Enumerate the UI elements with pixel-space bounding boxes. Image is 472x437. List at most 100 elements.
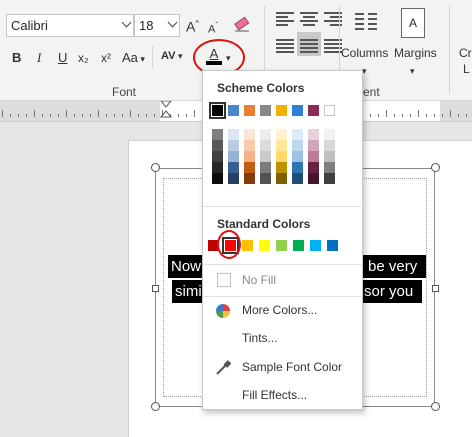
- scheme-shade-swatch[interactable]: [244, 173, 255, 184]
- scheme-shade-swatch[interactable]: [292, 129, 303, 140]
- italic-button[interactable]: I: [37, 49, 41, 67]
- create-link-button-bottom[interactable]: L: [463, 60, 470, 78]
- scheme-shade-swatch[interactable]: [324, 173, 335, 184]
- scheme-shade-swatch[interactable]: [212, 162, 223, 173]
- columns-button[interactable]: Columns: [341, 44, 388, 62]
- align-middle-icon[interactable]: [300, 37, 318, 53]
- resize-handle[interactable]: [431, 163, 440, 172]
- superscript-button[interactable]: x²: [101, 49, 111, 67]
- scheme-shade-swatch[interactable]: [292, 140, 303, 151]
- scheme-shade-swatch[interactable]: [292, 151, 303, 162]
- indent-marker-icon[interactable]: [159, 100, 173, 126]
- scheme-shade-swatch[interactable]: [228, 162, 239, 173]
- scheme-shade-swatch[interactable]: [276, 151, 287, 162]
- scheme-shade-swatch[interactable]: [260, 173, 271, 184]
- ruler-tick: [122, 114, 123, 117]
- grow-font-button[interactable]: A^: [186, 15, 199, 36]
- standard-color-swatch[interactable]: [259, 240, 270, 251]
- ruler-tick: [402, 114, 403, 117]
- scheme-shade-swatch[interactable]: [276, 173, 287, 184]
- scheme-color-swatch[interactable]: [276, 105, 287, 116]
- highlight-circle: [217, 230, 241, 259]
- scheme-color-swatch[interactable]: [260, 105, 271, 116]
- scheme-shade-swatch[interactable]: [308, 173, 319, 184]
- no-fill-item[interactable]: No Fill: [203, 267, 363, 293]
- align-left-icon[interactable]: [276, 10, 294, 26]
- ruler-tick: [130, 110, 131, 117]
- chevron-down-icon[interactable]: ▾: [410, 62, 415, 80]
- scheme-shade-swatch[interactable]: [244, 140, 255, 151]
- standard-color-swatch[interactable]: [327, 240, 338, 251]
- tints-item[interactable]: Tints...: [203, 325, 363, 351]
- fill-effects-item[interactable]: Fill Effects...: [203, 382, 363, 408]
- scheme-shade-swatch[interactable]: [228, 173, 239, 184]
- scheme-shade-swatch[interactable]: [276, 162, 287, 173]
- scheme-shade-swatch[interactable]: [308, 140, 319, 151]
- scheme-shade-swatch[interactable]: [212, 173, 223, 184]
- chevron-down-icon[interactable]: [167, 17, 178, 28]
- scheme-shade-swatch[interactable]: [260, 162, 271, 173]
- standard-color-swatch[interactable]: [276, 240, 287, 251]
- font-size-box[interactable]: 18: [134, 14, 180, 37]
- scheme-shade-swatch[interactable]: [228, 129, 239, 140]
- scheme-shade-swatch[interactable]: [276, 129, 287, 140]
- scheme-shade-swatch[interactable]: [212, 129, 223, 140]
- selected-text-line2-left[interactable]: simi: [172, 280, 204, 303]
- scheme-shade-swatch[interactable]: [276, 140, 287, 151]
- scheme-shade-swatch[interactable]: [324, 129, 335, 140]
- ruler-tick: [18, 114, 19, 117]
- underline-button[interactable]: U: [58, 49, 67, 67]
- more-colors-item[interactable]: More Colors...: [203, 297, 363, 323]
- scheme-shade-swatch[interactable]: [260, 129, 271, 140]
- scheme-shade-swatch[interactable]: [308, 129, 319, 140]
- columns-icon[interactable]: [352, 8, 380, 38]
- scheme-shade-swatch[interactable]: [308, 162, 319, 173]
- scheme-shade-swatch[interactable]: [324, 162, 335, 173]
- shrink-font-button[interactable]: Aˇ: [208, 17, 218, 39]
- scheme-color-swatch[interactable]: [209, 102, 226, 119]
- margins-button[interactable]: Margins: [394, 44, 437, 62]
- standard-color-swatch[interactable]: [310, 240, 321, 251]
- scheme-color-swatch[interactable]: [324, 105, 335, 116]
- align-center-icon[interactable]: [300, 10, 318, 26]
- selected-text-line2-right[interactable]: sor you: [362, 280, 422, 303]
- scheme-shade-swatch[interactable]: [244, 162, 255, 173]
- standard-color-swatch[interactable]: [293, 240, 304, 251]
- resize-handle[interactable]: [151, 402, 160, 411]
- resize-handle[interactable]: [151, 163, 160, 172]
- resize-handle[interactable]: [432, 285, 439, 292]
- scheme-shade-swatch[interactable]: [228, 151, 239, 162]
- selected-text-line1-right[interactable]: be very: [362, 255, 426, 278]
- scheme-shade-swatch[interactable]: [308, 151, 319, 162]
- scheme-shade-swatch[interactable]: [260, 140, 271, 151]
- scheme-shade-swatch[interactable]: [292, 173, 303, 184]
- scheme-shade-swatch[interactable]: [244, 129, 255, 140]
- scheme-shade-swatch[interactable]: [212, 140, 223, 151]
- selected-text-line1-left[interactable]: Now: [168, 255, 204, 278]
- clear-formatting-button[interactable]: [232, 14, 252, 34]
- scheme-color-swatch[interactable]: [308, 105, 319, 116]
- scheme-shade-swatch[interactable]: [324, 151, 335, 162]
- scheme-shade-swatch[interactable]: [212, 151, 223, 162]
- scheme-shade-swatch[interactable]: [324, 140, 335, 151]
- subscript-button[interactable]: x₂: [78, 49, 89, 67]
- scheme-color-swatch[interactable]: [292, 105, 303, 116]
- sample-font-color-item[interactable]: Sample Font Color: [203, 354, 363, 380]
- eyedropper-icon: [215, 359, 232, 375]
- scheme-color-swatch[interactable]: [228, 105, 239, 116]
- character-spacing-button[interactable]: AV ▾: [161, 47, 183, 65]
- scheme-shade-swatch[interactable]: [292, 162, 303, 173]
- scheme-shade-swatch[interactable]: [244, 151, 255, 162]
- scheme-shade-swatch[interactable]: [260, 151, 271, 162]
- scheme-shade-swatch[interactable]: [228, 140, 239, 151]
- bold-button[interactable]: B: [12, 49, 21, 67]
- font-name-box[interactable]: Calibri: [6, 14, 134, 37]
- standard-color-swatch[interactable]: [242, 240, 253, 251]
- margins-icon[interactable]: A: [401, 8, 425, 38]
- change-case-button[interactable]: Aa ▾: [122, 49, 145, 68]
- scheme-color-swatch[interactable]: [244, 105, 255, 116]
- resize-handle[interactable]: [431, 402, 440, 411]
- align-top-icon[interactable]: [276, 37, 294, 53]
- resize-handle[interactable]: [152, 285, 159, 292]
- chevron-down-icon[interactable]: [121, 17, 132, 28]
